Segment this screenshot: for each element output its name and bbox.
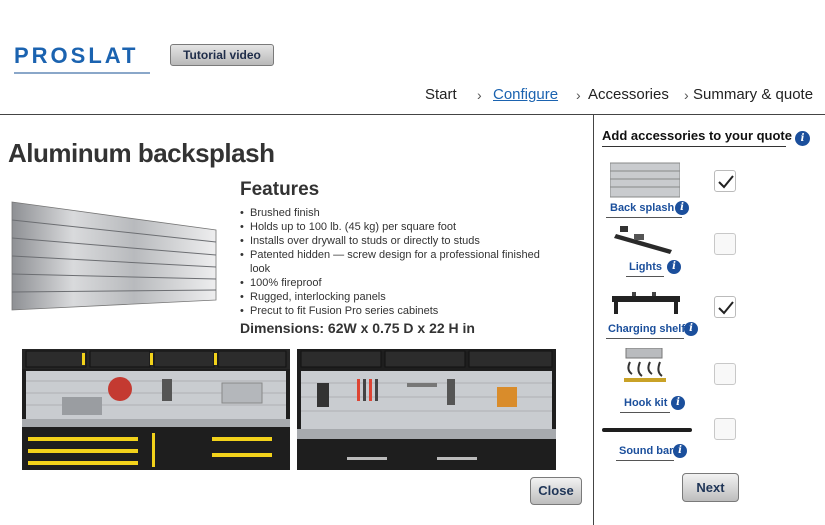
header-divider	[0, 114, 825, 115]
tutorial-video-button[interactable]: Tutorial video	[170, 44, 274, 66]
info-icon[interactable]: i	[675, 201, 689, 215]
step-start[interactable]: Start	[425, 86, 457, 103]
step-navigation: Start › Configure › Accessories › Summar…	[0, 86, 825, 106]
checkbox-back-splash[interactable]	[714, 170, 736, 192]
step-summary-quote[interactable]: Summary & quote	[693, 86, 813, 103]
step-configure[interactable]: Configure	[493, 86, 558, 103]
feature-item: Installs over drywall to studs or direct…	[240, 234, 540, 248]
next-button[interactable]: Next	[682, 473, 739, 502]
garage-photo-right	[297, 349, 556, 470]
info-icon[interactable]: i	[671, 396, 685, 410]
product-title: Aluminum backsplash	[8, 138, 275, 168]
step-accessories[interactable]: Accessories	[588, 86, 669, 103]
backsplash-panel-image	[11, 201, 217, 311]
features-heading: Features	[240, 179, 320, 200]
chevron-right-icon: ›	[576, 87, 581, 103]
accessory-underline	[616, 460, 674, 461]
feature-item: 100% fireproof	[240, 276, 540, 290]
feature-item: Brushed finish	[240, 206, 540, 220]
hook-kit-icon	[624, 348, 666, 382]
logo-underline	[14, 72, 150, 74]
info-icon[interactable]: i	[673, 444, 687, 458]
accessory-underline	[606, 338, 684, 339]
accessories-title-underline	[602, 146, 786, 147]
accessory-label-back-splash[interactable]: Back splash	[610, 202, 674, 214]
accessories-title: Add accessories to your quote	[602, 128, 792, 143]
info-icon[interactable]: i	[684, 322, 698, 336]
accessory-label-hook-kit[interactable]: Hook kit	[624, 397, 667, 409]
proslat-logo: PROSLAT	[14, 42, 150, 74]
checkbox-hook-kit[interactable]	[714, 363, 736, 385]
checkbox-lights[interactable]	[714, 233, 736, 255]
checkmark-icon	[718, 175, 734, 189]
charging-shelf-icon	[612, 292, 680, 314]
logo-text: PROSLAT	[14, 43, 139, 68]
accessory-label-sound-bar[interactable]: Sound bar	[619, 445, 673, 457]
product-dimensions: Dimensions: 62W x 0.75 D x 22 H in	[240, 320, 475, 336]
accessory-underline	[620, 412, 670, 413]
sound-bar-icon	[602, 428, 692, 432]
checkbox-charging-shelf[interactable]	[714, 296, 736, 318]
feature-item: Rugged, interlocking panels	[240, 290, 540, 304]
accessory-label-charging-shelf[interactable]: Charging shelf	[608, 323, 685, 335]
feature-item: Holds up to 100 lb. (45 kg) per square f…	[240, 220, 540, 234]
chevron-right-icon: ›	[477, 87, 482, 103]
garage-photo-left	[22, 349, 290, 470]
accessory-underline	[626, 276, 664, 277]
feature-item: Patented hidden — screw design for a pro…	[240, 248, 540, 276]
close-button[interactable]: Close	[530, 477, 582, 505]
info-icon[interactable]: i	[795, 131, 810, 146]
info-icon[interactable]: i	[667, 260, 681, 274]
accessory-label-lights[interactable]: Lights	[629, 261, 662, 273]
feature-item: Precut to fit Fusion Pro series cabinets	[240, 304, 540, 318]
checkmark-icon	[718, 301, 734, 315]
light-icon	[614, 226, 672, 254]
features-list: Brushed finish Holds up to 100 lb. (45 k…	[240, 206, 540, 318]
backsplash-icon	[610, 162, 680, 198]
checkbox-sound-bar[interactable]	[714, 418, 736, 440]
chevron-right-icon: ›	[684, 87, 689, 103]
panel-divider	[593, 114, 594, 525]
accessory-underline	[606, 217, 682, 218]
